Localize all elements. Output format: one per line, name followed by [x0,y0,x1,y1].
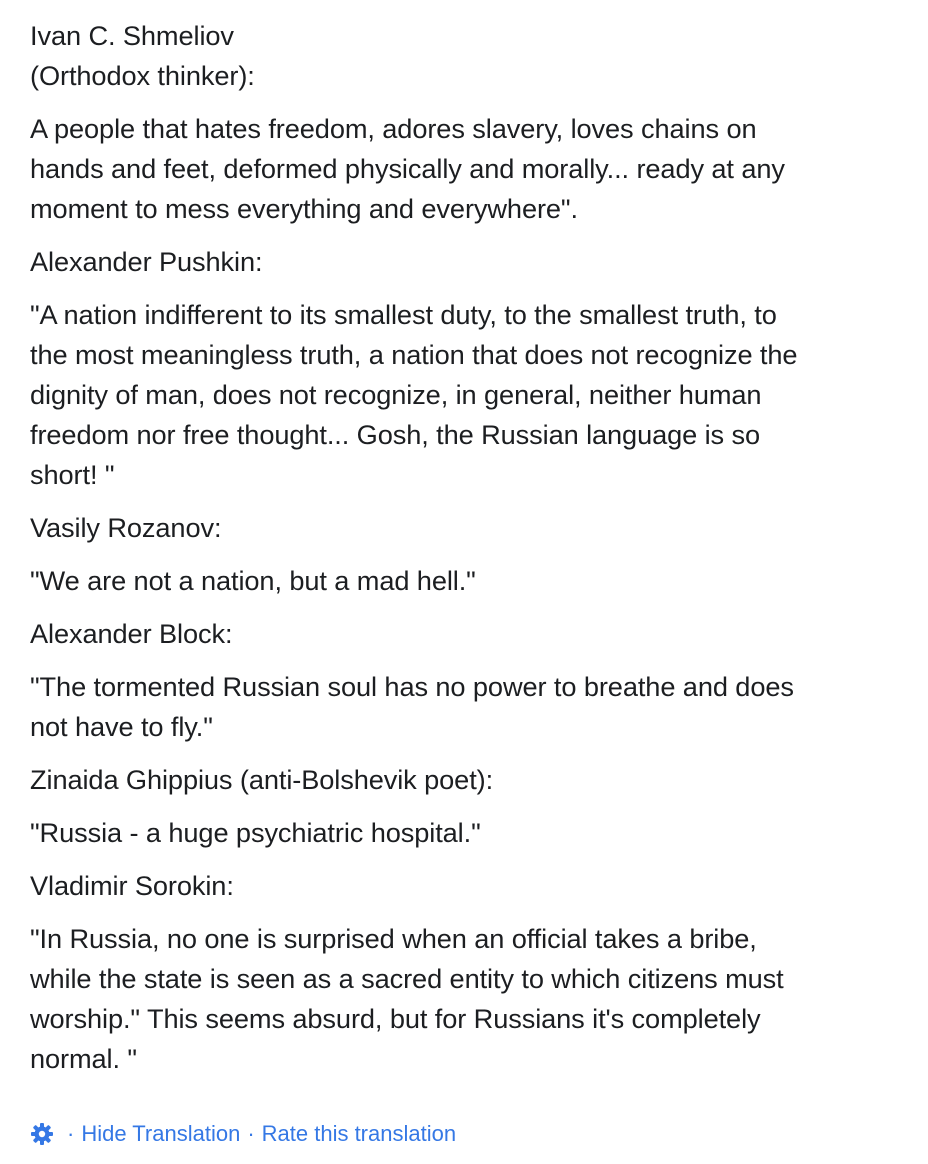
author-paragraph: Ivan C. Shmeliov (Orthodox thinker): [30,16,915,96]
text-line: "We are not a nation, but a mad hell." [30,565,476,596]
quote-paragraph: "In Russia, no one is surprised when an … [30,919,915,1079]
text-line: freedom nor free thought... Gosh, the Ru… [30,419,761,450]
text-line: Alexander Block: [30,618,233,649]
gear-icon[interactable] [30,1122,54,1146]
hide-translation-link[interactable]: Hide Translation [81,1121,240,1147]
text-line: A people that hates freedom, adores slav… [30,113,757,144]
text-line: Zinaida Ghippius (anti-Bolshevik poet): [30,764,494,795]
author-paragraph: Vasily Rozanov: [30,508,915,548]
text-line: the most meaningless truth, a nation tha… [30,339,798,370]
text-line: dignity of man, does not recognize, in g… [30,379,762,410]
text-line: (Orthodox thinker): [30,60,255,91]
text-line: Vasily Rozanov: [30,512,222,543]
quote-paragraph: "The tormented Russian soul has no power… [30,667,915,747]
author-paragraph: Zinaida Ghippius (anti-Bolshevik poet): [30,760,915,800]
author-paragraph: Vladimir Sorokin: [30,866,915,906]
text-line: hands and feet, deformed physically and … [30,153,785,184]
text-line: normal. " [30,1043,137,1074]
quote-paragraph: "We are not a nation, but a mad hell." [30,561,915,601]
quote-paragraph: "A nation indifferent to its smallest du… [30,295,915,495]
text-line: worship." This seems absurd, but for Rus… [30,1003,761,1034]
text-line: Ivan C. Shmeliov [30,20,234,51]
text-line: Vladimir Sorokin: [30,870,234,901]
text-line: "The tormented Russian soul has no power… [30,671,794,702]
text-line: Alexander Pushkin: [30,246,263,277]
text-line: "In Russia, no one is surprised when an … [30,923,757,954]
rate-translation-link[interactable]: Rate this translation [262,1121,456,1147]
author-paragraph: Alexander Block: [30,614,915,654]
separator-dot: · [67,1121,75,1146]
text-line: short! " [30,459,115,490]
text-line: moment to mess everything and everywhere… [30,193,578,224]
text-line: while the state is seen as a sacred enti… [30,963,784,994]
translation-footer: · Hide Translation · Rate this translati… [30,1116,456,1152]
text-line: "A nation indifferent to its smallest du… [30,299,777,330]
text-line: not have to fly." [30,711,213,742]
post-text: Ivan C. Shmeliov (Orthodox thinker): A p… [30,16,915,1092]
quote-paragraph: "Russia - a huge psychiatric hospital." [30,813,915,853]
quote-paragraph: A people that hates freedom, adores slav… [30,109,915,229]
author-paragraph: Alexander Pushkin: [30,242,915,282]
text-line: "Russia - a huge psychiatric hospital." [30,817,481,848]
separator-dot: · [247,1121,255,1146]
